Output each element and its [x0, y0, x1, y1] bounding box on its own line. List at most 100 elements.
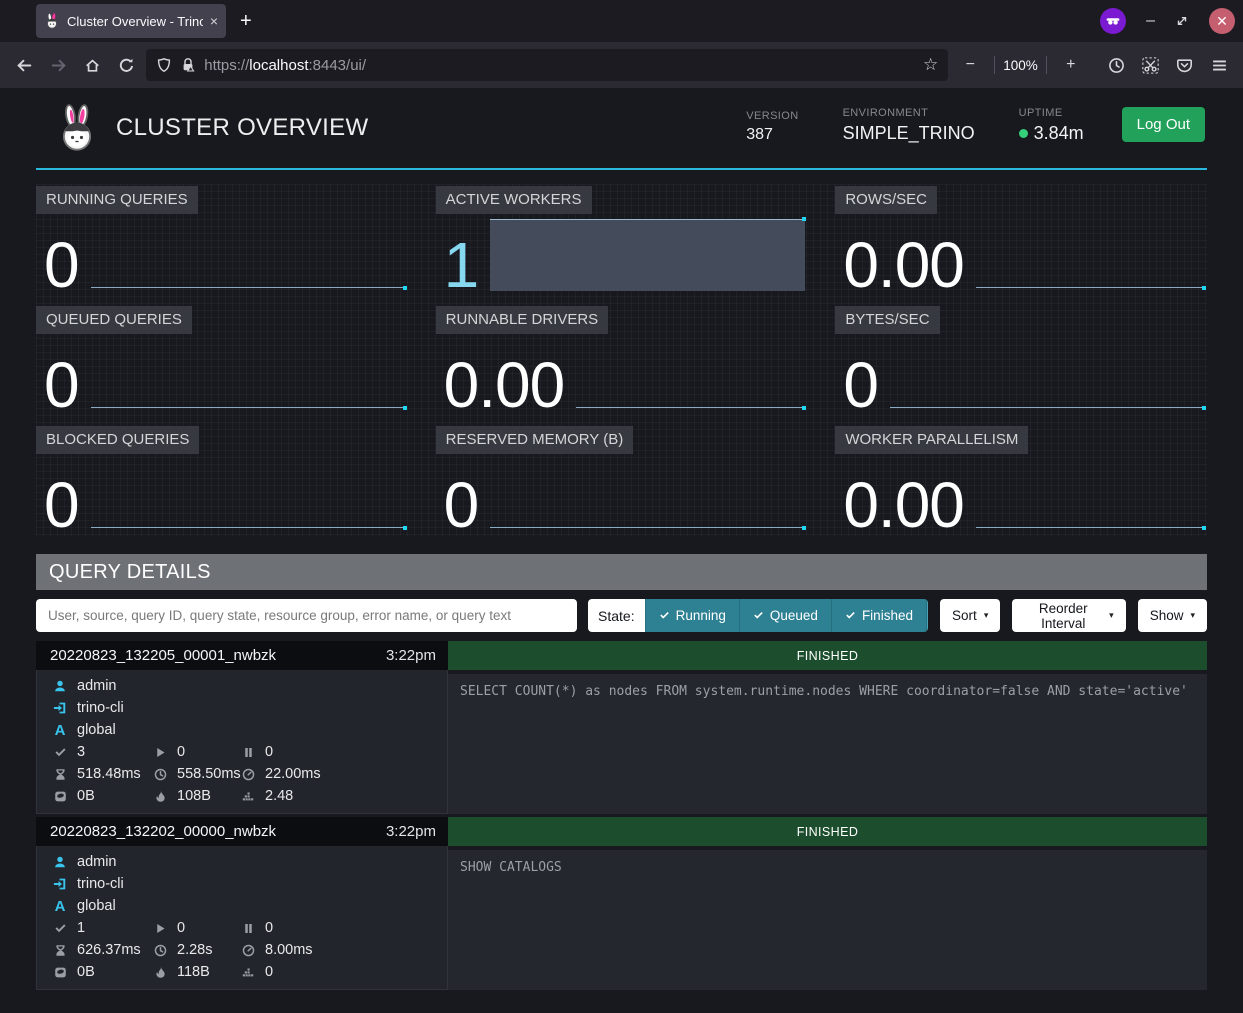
query-row: 20220823_132202_00000_nwbzk 3:22pm FINIS… — [36, 817, 1207, 990]
lock-warning-icon[interactable] — [180, 57, 196, 73]
zoom-out-button[interactable]: − — [954, 49, 986, 81]
tile-value: 0 — [44, 480, 79, 531]
state-filter-failed-dropdown[interactable]: Failed ▾ — [926, 599, 928, 632]
uptime-status-dot — [1019, 129, 1028, 138]
query-resource-group: global — [77, 722, 116, 738]
tile-bytes-sec: BYTES/SEC 0 — [835, 304, 1207, 416]
source-icon — [52, 877, 68, 891]
cumulative-memory-flame-icon — [152, 790, 168, 803]
wall-time: 518.48ms — [77, 766, 141, 782]
current-memory-icon — [52, 966, 68, 979]
parallelism-equalizer-icon — [240, 790, 256, 803]
bookmark-star-icon[interactable]: ☆ — [923, 55, 938, 75]
tile-value: 0 — [44, 240, 79, 291]
history-clock-icon[interactable] — [1103, 49, 1131, 81]
state-filter-queued[interactable]: Queued — [739, 599, 831, 632]
tile-label: BYTES/SEC — [835, 306, 939, 334]
tile-value: 0.00 — [843, 480, 964, 531]
tile-value: 0 — [843, 360, 878, 411]
screenshot-scissors-icon[interactable] — [1137, 49, 1165, 81]
sparkline — [976, 527, 1205, 528]
chevron-down-icon: ▾ — [984, 611, 989, 620]
window-close-button[interactable]: ✕ — [1209, 8, 1235, 34]
tile-queued-queries: QUEUED QUERIES 0 — [36, 304, 408, 416]
reload-button[interactable] — [112, 49, 140, 81]
sort-dropdown[interactable]: Sort▾ — [940, 599, 1000, 632]
query-search-input[interactable] — [36, 599, 577, 632]
version-label: VERSION — [746, 110, 798, 122]
home-button[interactable] — [78, 49, 106, 81]
browser-toolbar: https://localhost:8443/ui/ ☆ − 100% + — [0, 42, 1243, 88]
query-user: admin — [77, 678, 117, 694]
uptime-label: UPTIME — [1019, 107, 1084, 119]
menu-hamburger-icon[interactable] — [1205, 49, 1233, 81]
state-label: State: — [588, 599, 645, 632]
completed-splits: 1 — [77, 920, 85, 936]
query-info-panel: admin trino-cli Aglobal 3 0 0 518.48ms 5… — [36, 670, 448, 814]
zoom-level[interactable]: 100% — [1003, 58, 1038, 73]
trino-bunny-logo — [56, 104, 98, 152]
private-mask-icon — [1100, 8, 1126, 34]
sparkline — [576, 407, 805, 408]
tile-running-queries: RUNNING QUERIES 0 — [36, 184, 408, 296]
state-filter-finished[interactable]: Finished — [831, 599, 926, 632]
sparkline — [890, 407, 1205, 408]
resource-group-icon: A — [52, 722, 68, 739]
cumulative-memory: 108B — [177, 788, 211, 804]
chevron-down-icon: ▾ — [1190, 611, 1195, 620]
environment-value: SIMPLE_TRINO — [843, 123, 975, 144]
zoom-in-button[interactable]: + — [1055, 49, 1087, 81]
tab-close-icon[interactable]: × — [210, 13, 218, 29]
url-bar[interactable]: https://localhost:8443/ui/ ☆ — [146, 49, 948, 81]
user-icon — [52, 679, 68, 693]
environment-label: ENVIRONMENT — [843, 107, 975, 119]
shield-icon[interactable] — [156, 57, 172, 73]
cumulative-memory-flame-icon — [152, 966, 168, 979]
current-memory: 0B — [77, 788, 95, 804]
tile-runnable-drivers: RUNNABLE DRIVERS 0.00 — [436, 304, 808, 416]
parallelism: 0 — [265, 964, 273, 980]
tile-value: 0.00 — [444, 360, 565, 411]
back-button[interactable] — [10, 49, 38, 81]
running-splits-icon — [152, 746, 168, 759]
chevron-down-icon: ▾ — [1109, 611, 1114, 620]
tile-blocked-queries: BLOCKED QUERIES 0 — [36, 424, 408, 536]
forward-button[interactable] — [44, 49, 72, 81]
cpu-time: 8.00ms — [265, 942, 313, 958]
state-filter-running[interactable]: Running — [645, 599, 739, 632]
page-title: CLUSTER OVERVIEW — [116, 114, 368, 142]
sparkline — [91, 407, 406, 408]
pocket-icon[interactable] — [1171, 49, 1199, 81]
trino-cluster-overview-page: CLUSTER OVERVIEW VERSION 387 ENVIRONMENT… — [0, 88, 1243, 1013]
reorder-interval-dropdown[interactable]: Reorder Interval▾ — [1012, 599, 1125, 632]
tile-label: RUNNING QUERIES — [36, 186, 198, 214]
tile-label: ROWS/SEC — [835, 186, 937, 214]
tile-value: 0 — [44, 360, 79, 411]
browser-tab[interactable]: Cluster Overview - Trino × — [36, 4, 226, 38]
elapsed-time: 558.50ms — [177, 766, 241, 782]
tile-label: RESERVED MEMORY (B) — [436, 426, 634, 454]
window-minimize-button[interactable]: – — [1146, 12, 1155, 30]
cumulative-memory: 118B — [177, 964, 210, 980]
cpu-time-gauge-icon — [240, 768, 256, 781]
sparkline — [976, 287, 1205, 288]
show-dropdown[interactable]: Show▾ — [1138, 599, 1207, 632]
sparkline — [490, 527, 805, 528]
logout-button[interactable]: Log Out — [1122, 107, 1205, 142]
check-icon — [845, 610, 856, 621]
queued-splits: 0 — [265, 920, 273, 936]
new-tab-button[interactable]: + — [240, 10, 252, 33]
resource-group-icon: A — [52, 898, 68, 915]
tile-label: BLOCKED QUERIES — [36, 426, 199, 454]
query-id-link[interactable]: 20220823_132202_00000_nwbzk — [50, 823, 276, 840]
sparkline — [490, 219, 805, 291]
url-text[interactable]: https://localhost:8443/ui/ — [204, 57, 915, 74]
environment-block: ENVIRONMENT SIMPLE_TRINO — [843, 107, 975, 144]
query-id-link[interactable]: 20220823_132205_00001_nwbzk — [50, 647, 276, 664]
query-id-bar: 20220823_132205_00001_nwbzk 3:22pm — [36, 641, 448, 670]
window-maximize-button[interactable] — [1175, 14, 1189, 28]
check-icon — [659, 610, 670, 621]
parallelism-equalizer-icon — [240, 966, 256, 979]
tile-rows-sec: ROWS/SEC 0.00 — [835, 184, 1207, 296]
cpu-time-gauge-icon — [240, 944, 256, 957]
